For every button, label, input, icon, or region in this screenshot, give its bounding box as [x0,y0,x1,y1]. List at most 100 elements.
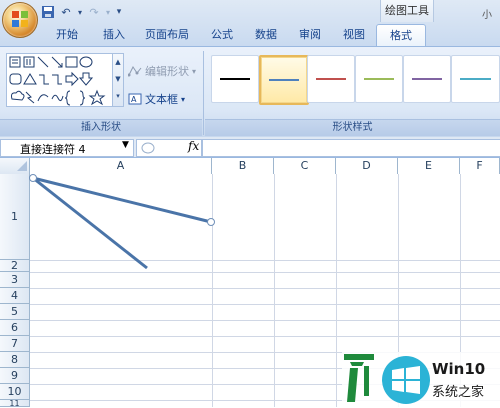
drawing-tools-context-label: 绘图工具 [380,0,434,22]
column-header[interactable]: F [460,158,500,174]
undo-dropdown-icon[interactable]: ▾ [76,4,84,20]
shape-oval-icon[interactable] [79,56,93,68]
ribbon-tabs: 开始 插入 页面布局 公式 数据 审阅 视图 格式 [40,24,426,47]
gallery-up-icon[interactable]: ▲ [113,54,123,71]
shape-style-swatch[interactable] [451,55,500,103]
shape-right-brace-icon[interactable] [79,90,86,106]
tab-data[interactable]: 数据 [244,24,288,46]
row-header[interactable]: 1 [0,174,30,260]
shape-down-arrow-icon[interactable] [78,72,94,86]
edit-shape-label: 编辑形状 [145,65,189,78]
shape-elbow-arrow-icon[interactable] [52,74,62,85]
text-box-label: 文本框 [145,93,178,106]
insert-function-button[interactable]: fx [188,139,199,153]
shape-arc-icon[interactable] [37,94,49,102]
office-logo-icon [12,11,28,27]
row-header[interactable]: 11 [0,398,30,408]
select-all-corner[interactable] [0,158,30,174]
style-line-sample [316,78,346,80]
tab-review[interactable]: 审阅 [288,24,332,46]
customize-qat-icon[interactable]: ▾ [114,4,124,20]
shape-cloud-icon[interactable] [11,90,25,101]
shape-right-arrow-icon[interactable] [65,71,79,87]
windows-logo-icon [382,356,430,404]
text-box-button[interactable]: A 文本框 ▾ [128,91,185,107]
row-header[interactable]: 4 [0,288,30,304]
row-number: 5 [11,305,18,318]
office-button[interactable] [2,2,38,38]
grid-line [336,174,337,407]
row-number: 9 [11,369,18,382]
row-number: 1 [11,210,18,223]
shape-arrow-icon[interactable] [51,56,63,68]
shape-style-swatch[interactable] [355,55,403,103]
tab-formulas[interactable]: 公式 [200,24,244,46]
column-header[interactable]: A [30,158,212,174]
shape-curve-icon[interactable] [51,94,64,102]
name-box-dropdown-icon[interactable]: ▼ [122,140,129,150]
tab-home[interactable]: 开始 [40,24,94,46]
row-number: 10 [7,385,22,398]
shape-star-icon[interactable] [88,89,106,106]
row-header[interactable]: 8 [0,352,30,368]
row-number: 7 [11,337,18,350]
shape-style-swatch[interactable] [403,55,451,103]
column-header[interactable]: C [274,158,336,174]
edit-shape-icon [128,66,142,77]
quick-access-toolbar: ↶ ▾ ↷ ▾ ▾ [40,3,124,21]
row-number: 11 [9,398,20,408]
row-header[interactable]: 7 [0,336,30,352]
row-number: 3 [11,273,18,286]
shape-rounded-rect-icon[interactable] [9,73,22,85]
row-header[interactable]: 2 [0,259,30,272]
tab-page-layout[interactable]: 页面布局 [134,24,200,46]
shape-elbow-connector-icon[interactable] [39,74,49,85]
watermark-subtitle: 系统之家 [432,385,485,400]
cancel-edit-icon[interactable] [141,141,155,155]
shape-lightning-icon[interactable] [25,91,35,104]
gallery-down-icon[interactable]: ▼ [113,71,123,88]
grid-line [30,336,500,337]
column-header[interactable]: E [398,158,460,174]
row-number: 4 [11,289,18,302]
row-header[interactable]: 9 [0,368,30,384]
redo-dropdown-icon[interactable]: ▾ [104,4,112,20]
gallery-more-icon[interactable]: ▾ [113,88,123,104]
row-header[interactable]: 5 [0,304,30,320]
shape-textbox-icon[interactable] [9,56,21,68]
shape-line-icon[interactable] [37,56,49,68]
tab-format[interactable]: 格式 [376,24,426,47]
formula-input[interactable] [202,139,500,157]
grid-line [30,272,500,273]
row-header[interactable]: 6 [0,320,30,336]
shape-triangle-icon[interactable] [23,73,37,85]
tab-view[interactable]: 视图 [332,24,376,46]
redo-icon[interactable]: ↷ [86,4,102,20]
select-all-icon [17,161,27,171]
column-header[interactable]: D [336,158,398,174]
shape-style-swatch[interactable] [211,55,259,103]
grid-line [274,174,275,407]
shape-style-swatch[interactable] [307,55,355,103]
row-number: 6 [11,321,18,334]
shape-left-brace-icon[interactable] [64,90,71,106]
save-icon[interactable] [40,4,56,20]
grid-line [212,174,213,407]
grid-line [30,320,500,321]
row-header[interactable]: 3 [0,272,30,288]
edit-shape-button[interactable]: 编辑形状 ▾ [128,63,196,79]
row-number: 8 [11,353,18,366]
shape-vertical-textbox-icon[interactable] [23,56,35,68]
shape-style-swatch[interactable] [259,55,309,105]
column-header[interactable]: B [212,158,274,174]
undo-icon[interactable]: ↶ [58,4,74,20]
shape-styles-group-label: 形状样式 [205,119,500,136]
chevron-down-icon: ▾ [192,66,197,76]
shape-gallery-scrollbar[interactable]: ▲ ▼ ▾ [112,53,124,107]
shape-gallery[interactable] [6,53,120,107]
insert-shapes-group-label: 插入形状 [0,119,202,136]
text-box-icon: A [128,93,142,105]
style-line-sample [269,79,299,81]
shape-rectangle-icon[interactable] [65,56,78,68]
tab-insert[interactable]: 插入 [94,24,134,46]
